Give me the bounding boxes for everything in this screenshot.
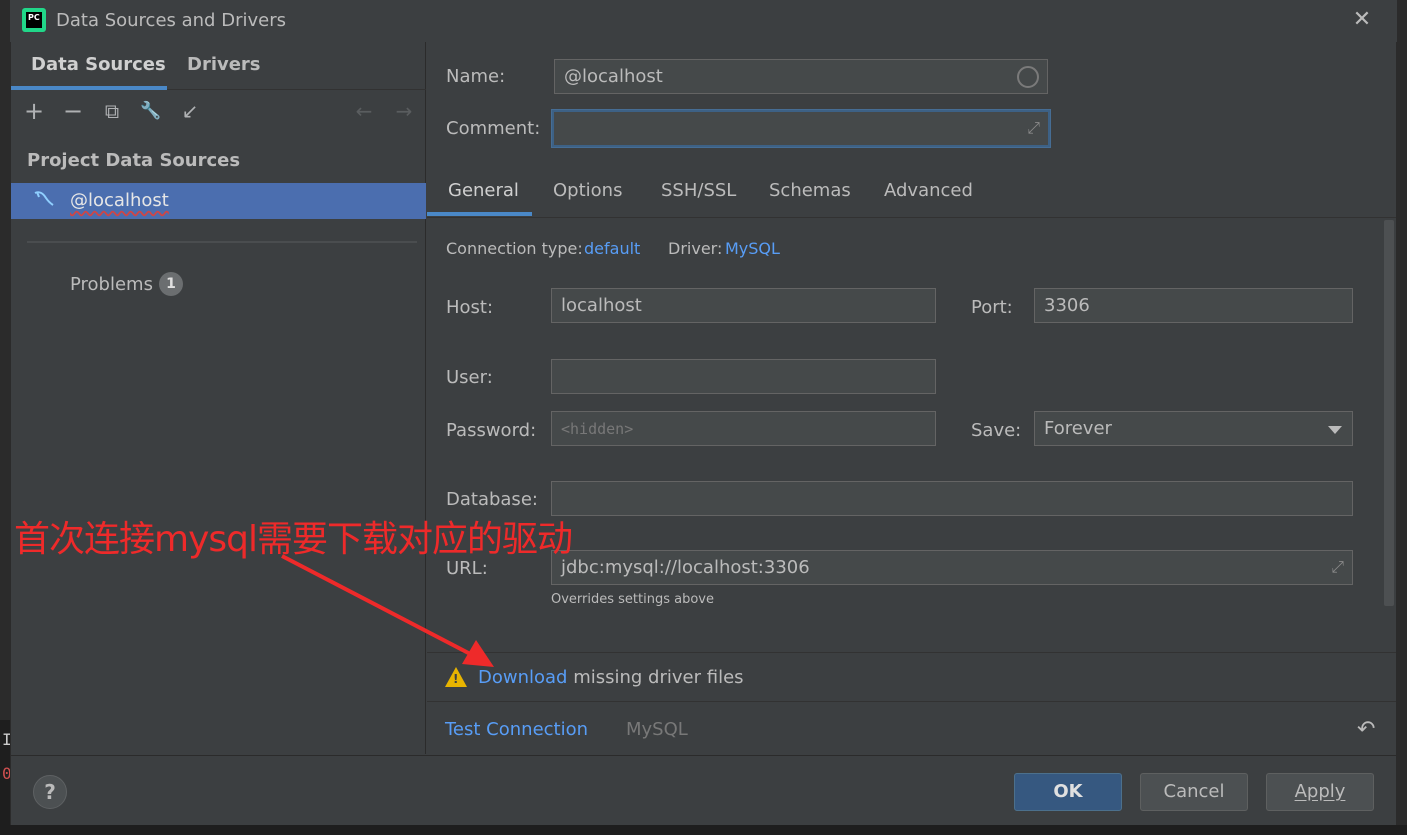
revert-icon[interactable]: ↶: [1357, 717, 1375, 742]
pycharm-app-icon: PC: [22, 8, 46, 32]
test-connection-link[interactable]: Test Connection: [445, 719, 588, 740]
user-input[interactable]: [551, 359, 936, 394]
test-driver-label: MySQL: [626, 719, 688, 740]
problems-item[interactable]: Problems 1: [70, 272, 183, 296]
expand-icon[interactable]: ⤢: [1331, 557, 1344, 577]
mysql-dolphin-icon: [33, 189, 57, 211]
remove-icon[interactable]: −: [60, 98, 86, 124]
help-button[interactable]: ?: [33, 775, 67, 809]
background-right: [1397, 0, 1407, 835]
tab-options[interactable]: Options: [553, 180, 622, 201]
name-label: Name:: [446, 66, 506, 87]
problems-count-badge: 1: [158, 272, 183, 296]
tab-ssh-ssl[interactable]: SSH/SSL: [661, 180, 736, 201]
duplicate-icon[interactable]: ⧉: [99, 98, 125, 124]
tab-advanced[interactable]: Advanced: [884, 180, 973, 201]
vertical-scrollbar[interactable]: [1384, 220, 1394, 606]
data-source-label: @localhost: [70, 190, 169, 211]
password-label: Password:: [446, 420, 537, 441]
data-source-item-localhost[interactable]: @localhost: [11, 183, 426, 219]
project-data-sources-heading: Project Data Sources: [27, 150, 241, 171]
url-note: Overrides settings above: [551, 592, 714, 607]
port-input[interactable]: 3306: [1034, 288, 1353, 323]
host-input[interactable]: localhost: [551, 288, 936, 323]
background-editor-dark: I 0: [0, 720, 12, 835]
right-panel: Name: @localhost Comment: ⤢ General Opti…: [427, 42, 1396, 754]
database-label: Database:: [446, 489, 538, 510]
host-label: Host:: [446, 297, 494, 318]
left-tab-bar: Data Sources Drivers: [11, 42, 426, 90]
apply-button[interactable]: Apply: [1266, 773, 1374, 811]
separator: [27, 241, 417, 243]
test-connection-row: Test Connection MySQL ↶: [427, 704, 1396, 754]
tab-drivers[interactable]: Drivers: [187, 54, 261, 75]
connection-type-label: Connection type:: [446, 239, 583, 258]
name-input[interactable]: @localhost: [554, 59, 1048, 94]
driver-label: Driver:: [668, 239, 723, 258]
database-input[interactable]: [551, 481, 1353, 516]
comment-input[interactable]: ⤢: [552, 110, 1050, 147]
forward-arrow-icon[interactable]: →: [391, 98, 417, 124]
left-toolbar: + − ⧉ 🔧 ↙ ← →: [11, 92, 426, 132]
add-icon[interactable]: +: [21, 98, 47, 124]
settings-tab-bar: General Options SSH/SSL Schemas Advanced: [427, 172, 1396, 218]
driver-warning-bar: ! Download missing driver files: [427, 652, 1396, 702]
tab-data-sources[interactable]: Data Sources: [31, 54, 166, 75]
dialog-button-bar: ? OK Cancel Apply: [11, 755, 1396, 825]
annotation-text: 首次连接mysql需要下载对应的驱动: [14, 519, 573, 560]
port-label: Port:: [971, 297, 1013, 318]
chevron-down-icon: [1328, 426, 1342, 434]
driver-link[interactable]: MySQL: [725, 239, 780, 258]
connection-type-link[interactable]: default: [584, 239, 640, 258]
window-title: Data Sources and Drivers: [56, 10, 286, 31]
cancel-button[interactable]: Cancel: [1140, 773, 1248, 811]
save-label: Save:: [971, 420, 1022, 441]
wrench-icon[interactable]: 🔧: [138, 98, 164, 124]
download-link[interactable]: Download: [478, 667, 567, 688]
url-input[interactable]: jdbc:mysql://localhost:3306 ⤢: [551, 550, 1353, 585]
close-icon[interactable]: ✕: [1350, 8, 1374, 32]
title-bar: PC Data Sources and Drivers ✕: [10, 0, 1397, 42]
back-arrow-icon[interactable]: ←: [351, 98, 377, 124]
password-input[interactable]: <hidden>: [551, 411, 936, 446]
save-select[interactable]: Forever: [1034, 411, 1353, 446]
expand-icon[interactable]: ⤢: [1027, 118, 1040, 138]
color-circle-icon[interactable]: [1017, 66, 1039, 88]
background-bottom: [0, 825, 1407, 835]
active-tab-indicator: [11, 86, 167, 90]
left-panel: Data Sources Drivers + − ⧉ 🔧 ↙ ← → Proje…: [11, 42, 426, 754]
user-label: User:: [446, 367, 493, 388]
tab-general[interactable]: General: [448, 180, 519, 201]
warning-icon: !: [445, 667, 467, 687]
comment-label: Comment:: [446, 118, 541, 139]
problems-label: Problems: [70, 274, 153, 295]
active-tab-indicator: [427, 212, 532, 216]
warning-text: Download missing driver files: [478, 667, 744, 688]
import-icon[interactable]: ↙: [177, 98, 203, 124]
ok-button[interactable]: OK: [1014, 773, 1122, 811]
tab-schemas[interactable]: Schemas: [769, 180, 851, 201]
